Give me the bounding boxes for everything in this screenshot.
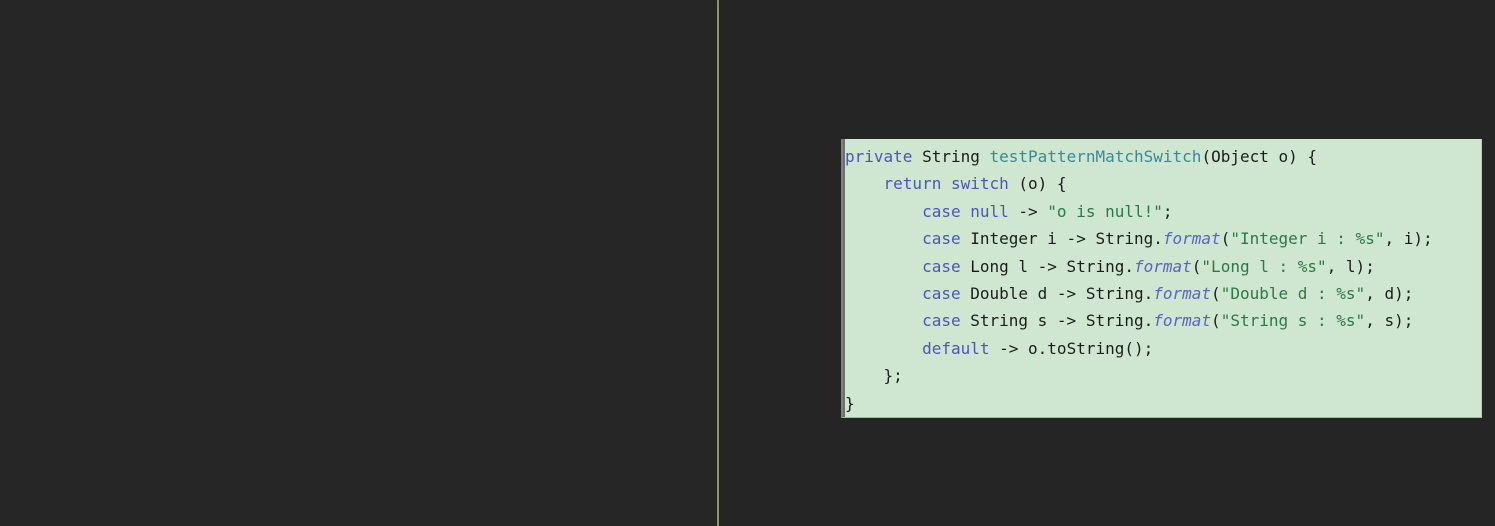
code-line: default -> o.toString(); [845,335,1481,362]
code-token: -> o.toString(); [989,338,1154,358]
code-token: case [922,283,961,303]
code-line: case String s -> String.format("String s… [845,307,1481,334]
code-line: case Integer i -> String.format("Integer… [845,225,1481,252]
code-token: Long l -> String. [960,256,1134,276]
pane-divider-handle[interactable] [717,0,719,526]
code-token: ( [1211,311,1221,331]
code-token: default [922,338,990,358]
code-token: , d); [1365,283,1414,303]
left-editor-pane[interactable] [0,0,718,526]
code-token: -> [1008,201,1048,221]
code-token: case [922,201,961,221]
code-line: case Long l -> String.format("Long l : %… [845,253,1481,280]
code-token: , i); [1384,229,1433,249]
code-token: case [922,311,961,331]
code-line: private String testPatternMatchSwitch(Ob… [845,143,1481,170]
code-token: switch [950,174,1009,194]
code-token: testPatternMatchSwitch [989,147,1202,166]
code-token: Double d -> String. [960,283,1154,303]
code-token: case [922,229,961,249]
code-token: "Long l : %s" [1201,256,1327,276]
code-token: } [845,393,855,413]
code-token: (Object o) { [1201,147,1318,166]
code-token: format [1153,283,1212,303]
code-line: } [845,390,1481,417]
code-token: format [1133,256,1192,276]
code-token: "Integer i : %s" [1230,229,1385,249]
code-token: (o) { [1008,174,1067,194]
code-token: null [970,201,1009,221]
code-line: case null -> "o is null!"; [845,198,1481,225]
code-token: ; [1162,201,1173,221]
code-line: case Double d -> String.format("Double d… [845,280,1481,307]
code-token: , s); [1365,311,1414,331]
code-token: private [845,147,913,166]
code-token: Integer i -> String. [960,229,1163,249]
code-token: ( [1211,283,1221,303]
code-token: String s -> String. [960,311,1154,331]
code-token: format [1153,311,1212,331]
code-token: case [922,256,961,276]
screen: private String testPatternMatchSwitch(Ob… [0,0,1495,526]
code-token: return [883,174,942,194]
code-line: return switch (o) { [845,170,1481,197]
code-snippet-text[interactable]: private String testPatternMatchSwitch(Ob… [843,139,1481,417]
code-token: }; [845,366,903,386]
code-token: "String s : %s" [1220,311,1366,331]
code-token: ( [1220,229,1231,249]
code-token: String [922,147,980,166]
code-token: format [1162,229,1221,249]
code-gutter-edge [843,139,845,417]
code-snippet-card[interactable]: private String testPatternMatchSwitch(Ob… [841,139,1482,418]
code-line: }; [845,362,1481,389]
code-token: "Double d : %s" [1220,283,1366,303]
code-token: , l); [1326,256,1375,276]
code-token: ( [1191,256,1202,276]
code-token: "o is null!" [1047,201,1163,221]
